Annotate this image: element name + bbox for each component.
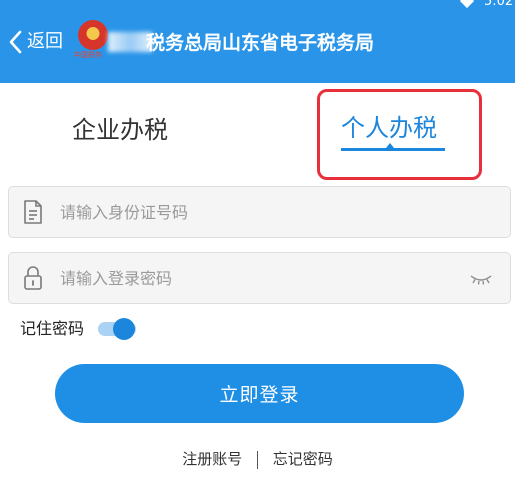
app-header: 5:02 返回 中国税务 税务总局山东省电子税务局 — [0, 0, 515, 83]
status-time: 5:02 — [484, 0, 514, 9]
remember-password-toggle[interactable] — [98, 318, 138, 340]
login-button[interactable]: 立即登录 — [55, 364, 464, 423]
tax-emblem-icon — [78, 20, 108, 50]
forgot-password-link[interactable]: 忘记密码 — [273, 450, 333, 468]
id-number-field[interactable] — [8, 186, 511, 238]
id-number-input[interactable] — [60, 202, 510, 222]
footer-links: 注册账号 忘记密码 — [0, 448, 515, 469]
lock-icon — [20, 265, 46, 291]
password-field[interactable] — [8, 252, 511, 304]
page-title: 税务总局山东省电子税务局 — [146, 32, 375, 54]
divider — [257, 450, 258, 469]
toggle-knob — [113, 318, 135, 340]
tab-company[interactable]: 企业办税 — [72, 110, 168, 145]
id-card-icon — [20, 199, 46, 225]
chevron-left-icon — [9, 30, 22, 54]
back-button[interactable]: 返回 — [8, 30, 63, 54]
back-label: 返回 — [27, 31, 63, 52]
signal-icon — [459, 0, 475, 9]
eye-closed-icon[interactable] — [468, 268, 494, 288]
highlight-annotation — [317, 89, 482, 180]
register-link[interactable]: 注册账号 — [182, 450, 242, 468]
remember-password-label: 记住密码 — [20, 319, 85, 338]
emblem-caption: 中国税务 — [74, 51, 102, 59]
password-input[interactable] — [60, 268, 468, 288]
